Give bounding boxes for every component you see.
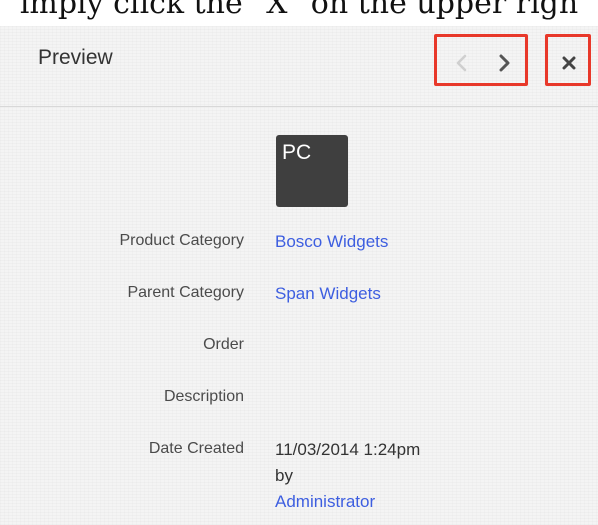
close-button[interactable] <box>554 48 584 78</box>
product-category-label: Product Category <box>119 232 244 249</box>
parent-category-link[interactable]: Span Widgets <box>275 284 381 304</box>
preview-panel: Preview PC Product Category Bosco Widget… <box>0 26 598 525</box>
record-avatar: PC <box>276 135 348 207</box>
previous-button[interactable] <box>447 48 477 78</box>
chevron-left-icon <box>456 54 467 72</box>
next-button[interactable] <box>489 48 519 78</box>
preview-header: Preview <box>0 26 598 107</box>
date-created-label: Date Created <box>148 440 244 457</box>
description-label: Description <box>163 388 244 405</box>
instruction-text: imply click the "X" on the upper righ <box>0 0 598 26</box>
close-icon <box>562 56 576 70</box>
close-highlight <box>545 34 591 86</box>
chevron-right-icon <box>499 54 510 72</box>
product-category-link[interactable]: Bosco Widgets <box>275 232 388 252</box>
created-by-user-link[interactable]: Administrator <box>275 492 375 512</box>
date-created-value: 11/03/2014 1:24pm <box>275 440 421 459</box>
record-navigation <box>434 34 528 86</box>
parent-category-label: Parent Category <box>127 284 244 301</box>
created-by-text: by <box>275 466 293 485</box>
preview-title: Preview <box>38 46 113 69</box>
order-label: Order <box>203 336 244 353</box>
